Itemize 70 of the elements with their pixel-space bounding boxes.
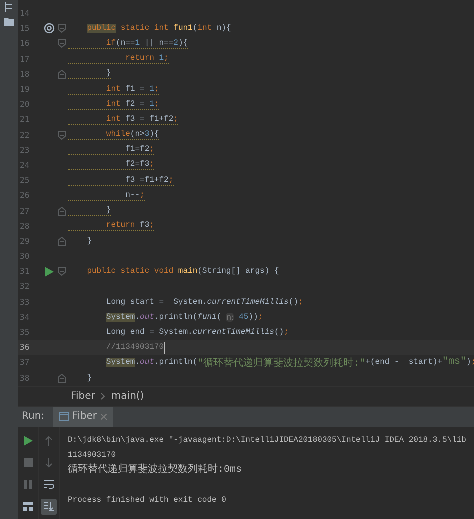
line-number: 29 [19, 236, 31, 246]
chevron-icon [101, 392, 106, 400]
code-line: if(n==1 || n==2){ [68, 38, 188, 49]
line-number: 23 [19, 146, 31, 155]
code-line: } [86, 374, 92, 383]
line-number: 21 [19, 115, 31, 124]
line-number: 17 [19, 54, 31, 64]
line-number: 14 [19, 9, 31, 18]
code-line: Long start = System.currentTimeMillis(); [105, 298, 304, 307]
console-line: Process finished with exit code 0 [68, 494, 228, 507]
fold-icon[interactable] [58, 267, 66, 276]
structure-icon[interactable] [4, 2, 14, 12]
code-line: System.out.println(fun1( n: 45)); [105, 312, 264, 322]
fold-icon[interactable] [58, 39, 66, 48]
panel-title: Run: [21, 411, 46, 422]
line-number: 19 [19, 85, 31, 94]
fold-icon[interactable] [58, 374, 66, 383]
fold-icon[interactable] [58, 24, 66, 34]
line-number: 28 [19, 222, 31, 231]
console-icon [58, 412, 69, 422]
code-line: f1=f2; [68, 145, 154, 156]
line-number: 27 [19, 206, 31, 216]
line-number: 30 [19, 252, 31, 262]
code-line: int f1 = 1; [68, 84, 160, 95]
override-icon[interactable] [44, 23, 54, 34]
code-line: } [68, 69, 112, 80]
code-line: //1134903170 [105, 342, 166, 354]
line-number: 20 [19, 100, 31, 110]
code-line: public static void main(String[] args) { [86, 267, 280, 276]
code-line: return 1; [68, 54, 169, 64]
run-tab[interactable]: Fiber [52, 406, 113, 427]
fold-icon[interactable] [58, 70, 66, 79]
line-number: 24 [19, 160, 31, 170]
line-number: 15 [19, 24, 31, 34]
line-number: 33 [19, 298, 31, 307]
line-number: 32 [19, 282, 31, 292]
line-number: 36 [19, 343, 31, 352]
console-line: 1134903170 [68, 450, 118, 462]
line-number: 38 [19, 374, 31, 383]
line-number: 34 [19, 312, 31, 322]
code-line: return f3; [68, 221, 154, 232]
breadcrumb[interactable]: main() [111, 390, 144, 402]
fold-icon[interactable] [58, 206, 66, 216]
console-line: D:\jdk8\bin\java.exe "-javaagent:D:\IntelliJIDEA20180305\IntelliJ IDEA 2018.3.5\lib [68, 434, 468, 447]
code-line: Long end = System.currentTimeMillis(); [105, 328, 289, 338]
code-line: } [86, 236, 92, 246]
code-line: int f2 = 1; [68, 100, 160, 110]
close-icon[interactable] [100, 414, 107, 420]
line-number: 25 [19, 176, 31, 186]
code-line: int f3 = f1+f2; [68, 114, 178, 125]
breadcrumb[interactable]: Fiber [71, 390, 96, 402]
line-number: 35 [19, 328, 31, 338]
folder-icon[interactable] [4, 18, 14, 26]
line-number: 16 [19, 39, 31, 48]
code-line: public static int fun1(int n){ [86, 24, 232, 34]
line-number: 31 [19, 267, 31, 276]
code-line: n--; [68, 190, 145, 201]
code-line: f2=f3; [68, 160, 154, 170]
line-number: 22 [19, 130, 31, 140]
code-line: while(n>3){ [68, 130, 160, 140]
code-line: f3 =f1+f2; [68, 176, 174, 186]
line-number: 18 [19, 70, 31, 79]
console-line: 循环替代递归算斐波拉契数列耗时:0ms [68, 462, 244, 478]
run-icon[interactable] [44, 266, 54, 277]
code-line: } [68, 206, 112, 216]
scroll-to-end-icon[interactable] [41, 498, 57, 515]
line-number: 26 [19, 191, 31, 200]
fold-icon[interactable] [58, 236, 66, 246]
line-number: 37 [19, 358, 31, 368]
fold-icon[interactable] [58, 130, 66, 140]
